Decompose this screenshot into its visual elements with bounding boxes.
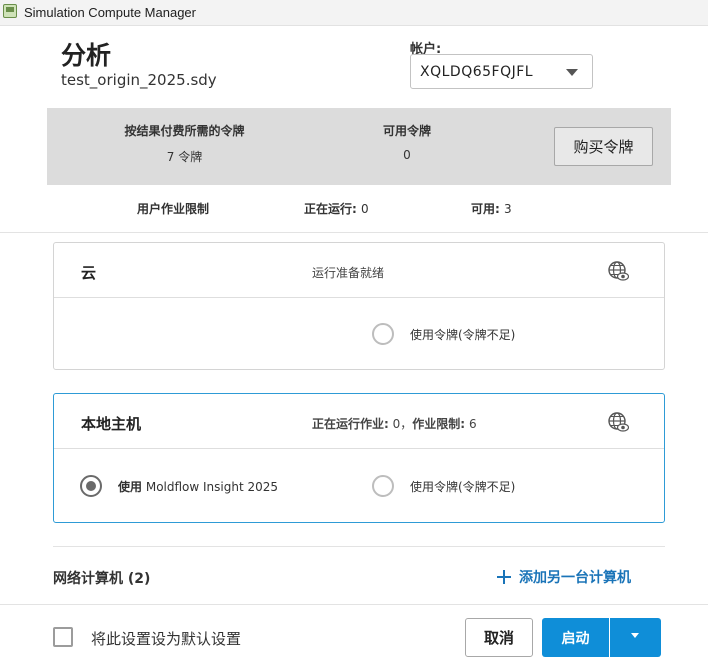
set-default-label: 将此设置设为默认设置 — [91, 630, 242, 648]
study-file-name: test_origin_2025.sdy — [61, 71, 217, 89]
chevron-down-icon — [566, 69, 578, 76]
start-options-button[interactable] — [610, 618, 661, 657]
account-dropdown[interactable]: XQLDQ65FQJFL — [410, 54, 593, 89]
local-use-license-label: 使用 Moldflow Insight 2025 — [118, 478, 278, 495]
add-computer-button[interactable]: 添加另一台计算机 — [497, 567, 631, 587]
window-title: Simulation Compute Manager — [24, 5, 196, 20]
required-tokens-label: 按结果付费所需的令牌 — [124, 124, 245, 138]
available-jobs: 可用: 3 — [471, 200, 512, 217]
available-jobs-label: 可用: — [471, 202, 500, 216]
running-jobs-value: 0 — [361, 202, 369, 216]
license-prefix: 使用 — [118, 480, 143, 494]
running-jobs: 正在运行: 0 — [304, 200, 369, 217]
network-computers-label: 网络计算机 (2) — [53, 571, 151, 587]
local-limit-value: 6 — [468, 417, 477, 431]
local-use-tokens-label: 使用令牌(令牌不足) — [410, 480, 516, 494]
running-jobs-label: 正在运行: — [304, 202, 357, 216]
license-product: Moldflow Insight 2025 — [145, 480, 279, 494]
set-default-checkbox[interactable] — [53, 627, 73, 647]
app-icon — [3, 4, 17, 18]
page-title: 分析 — [61, 41, 112, 70]
user-job-limit-label: 用户作业限制 — [137, 202, 210, 216]
local-host-title: 本地主机 — [81, 415, 142, 433]
add-computer-label: 添加另一台计算机 — [519, 570, 631, 586]
available-tokens-value: 0 — [403, 148, 411, 162]
available-tokens-label: 可用令牌 — [382, 124, 431, 138]
local-running-label: 正在运行作业: — [312, 417, 389, 431]
local-use-license-option[interactable]: 使用 Moldflow Insight 2025 — [80, 474, 320, 498]
local-host-status: 正在运行作业: 0，作业限制: 6 — [312, 417, 477, 431]
buy-tokens-button[interactable]: 购买令牌 — [554, 127, 653, 166]
divider — [53, 546, 665, 547]
divider — [0, 232, 708, 233]
plus-icon — [497, 570, 511, 584]
cloud-use-tokens-label: 使用令牌(令牌不足) — [410, 328, 516, 342]
local-host-card-header: 本地主机 正在运行作业: 0，作业限制: 6 — [54, 394, 664, 449]
local-use-tokens-option[interactable]: 使用令牌(令牌不足) — [372, 474, 572, 498]
local-use-license-radio[interactable] — [80, 475, 102, 497]
cloud-status: 运行准备就绪 — [312, 266, 385, 280]
token-summary: 按结果付费所需的令牌 7 令牌 可用令牌 0 购买令牌 — [47, 108, 671, 185]
globe-eye-icon[interactable] — [607, 411, 629, 433]
cloud-card[interactable]: 云 运行准备就绪 使用令牌(令牌不足) — [53, 242, 665, 370]
globe-eye-icon[interactable] — [607, 260, 629, 282]
cloud-use-tokens-radio[interactable] — [372, 323, 394, 345]
local-use-tokens-radio[interactable] — [372, 475, 394, 497]
required-tokens-value: 7 令牌 — [166, 150, 203, 164]
cloud-title: 云 — [81, 264, 97, 282]
local-host-card[interactable]: 本地主机 正在运行作业: 0，作业限制: 6 使用 Moldflow Insig… — [53, 393, 665, 523]
start-button[interactable]: 启动 — [542, 618, 609, 657]
cancel-button[interactable]: 取消 — [465, 618, 533, 657]
cloud-card-header: 云 运行准备就绪 — [54, 243, 664, 298]
available-jobs-value: 3 — [504, 202, 512, 216]
chevron-down-icon — [631, 633, 639, 638]
local-limit-label: 作业限制: — [412, 417, 466, 431]
window-titlebar: Simulation Compute Manager — [0, 0, 708, 26]
cloud-use-tokens-option[interactable]: 使用令牌(令牌不足) — [372, 322, 572, 346]
account-value: XQLDQ65FQJFL — [420, 64, 534, 80]
divider — [0, 604, 708, 605]
